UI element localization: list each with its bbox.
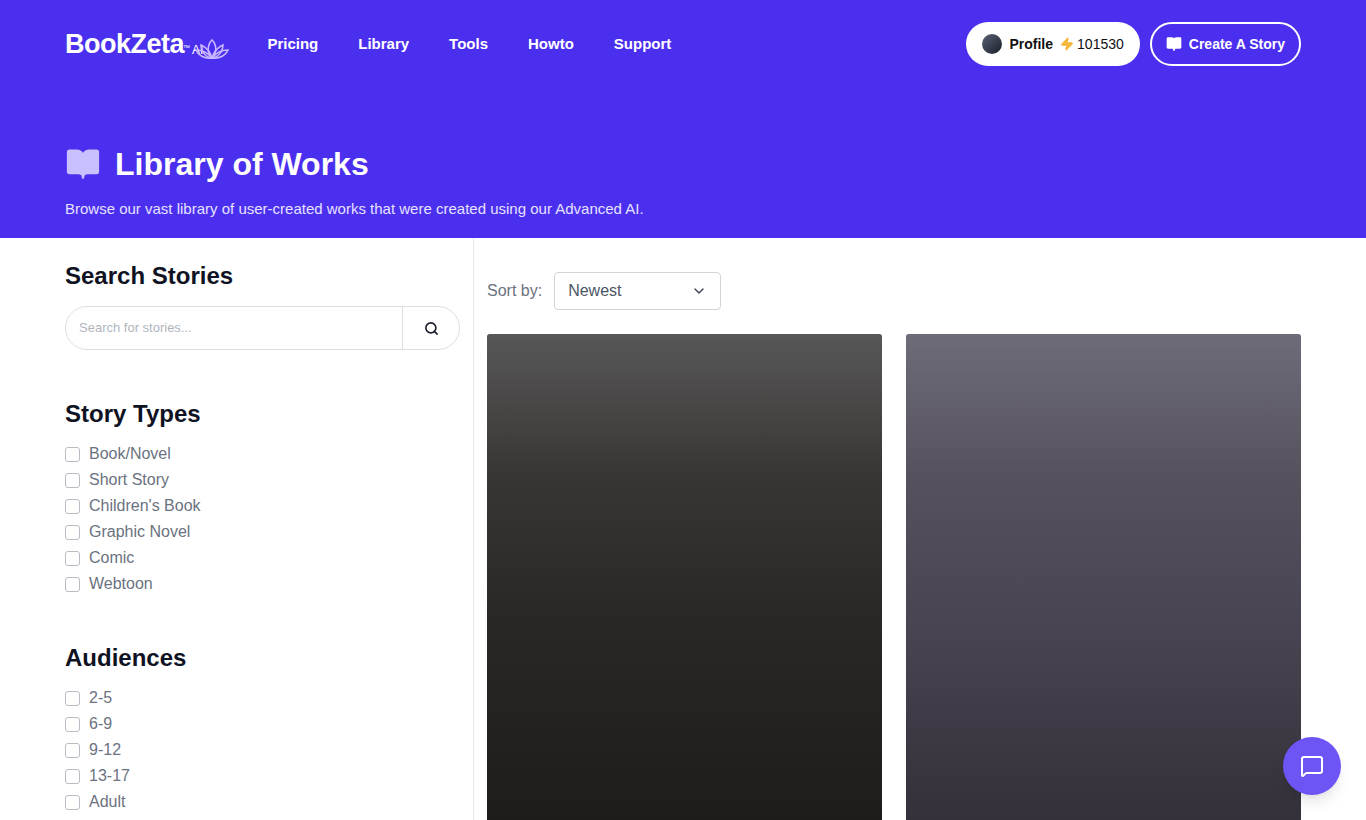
page: BookZeta™AI Pricing Library Tools Howto Suppo… <box>0 0 1366 820</box>
page-title: Library of Works <box>115 146 369 182</box>
filter-label: Webtoon <box>89 572 153 596</box>
chat-button[interactable] <box>1283 737 1341 795</box>
filter-label: Short Story <box>89 468 169 492</box>
logo[interactable]: BookZeta™AI <box>65 31 229 58</box>
story-cover[interactable] <box>906 334 1301 820</box>
checkbox[interactable] <box>65 473 80 488</box>
top-nav: BookZeta™AI Pricing Library Tools Howto Suppo… <box>65 0 1301 88</box>
filter-option[interactable]: 13-17 <box>65 763 460 789</box>
filter-label: 6-9 <box>89 712 112 736</box>
search-box <box>65 306 460 350</box>
header: BookZeta™AI Pricing Library Tools Howto Suppo… <box>0 0 1366 238</box>
filter-option[interactable]: Adult <box>65 789 460 815</box>
search-input[interactable] <box>66 307 402 349</box>
filter-label: Book/Novel <box>89 442 171 466</box>
filter-title: Audiences <box>65 643 460 673</box>
filter-label: 9-12 <box>89 738 121 762</box>
filter-option[interactable]: 9-12 <box>65 737 460 763</box>
hero: Library of Works Browse our vast library … <box>65 146 1301 219</box>
main-nav: Pricing Library Tools Howto Support <box>267 33 671 56</box>
search-title: Search Stories <box>65 261 460 291</box>
nav-link[interactable]: Tools <box>449 33 488 56</box>
filter-option[interactable]: Comic <box>65 545 460 571</box>
results: Sort by: Newest <box>473 238 1301 820</box>
nav-link[interactable]: Support <box>614 33 672 56</box>
filter-option[interactable]: 6-9 <box>65 711 460 737</box>
filter-label: 13-17 <box>89 764 130 788</box>
sort-dropdown[interactable]: Newest <box>554 272 721 310</box>
checkbox[interactable] <box>65 691 80 706</box>
sort-label: Sort by: <box>487 279 542 303</box>
checkbox[interactable] <box>65 717 80 732</box>
checkbox[interactable] <box>65 795 80 810</box>
checkbox[interactable] <box>65 447 80 462</box>
search-button[interactable] <box>402 307 459 349</box>
filter-option[interactable]: Graphic Novel <box>65 519 460 545</box>
checkbox[interactable] <box>65 551 80 566</box>
checkbox[interactable] <box>65 769 80 784</box>
search-icon <box>424 321 439 336</box>
nav-link[interactable]: Pricing <box>267 33 318 56</box>
nav-link[interactable]: Howto <box>528 33 574 56</box>
audiences: Audiences 2-56-99-1213-17Adult <box>65 643 460 815</box>
chevron-down-icon <box>691 283 707 299</box>
profile-button[interactable]: Profile101530 <box>966 22 1139 66</box>
story-grid <box>487 334 1301 820</box>
story-cover[interactable] <box>487 334 882 820</box>
checkbox[interactable] <box>65 525 80 540</box>
filter-option[interactable]: 2-5 <box>65 685 460 711</box>
lotus-icon <box>195 38 229 60</box>
filter-label: Adult <box>89 790 125 814</box>
checkbox[interactable] <box>65 743 80 758</box>
page-subtitle: Browse our vast library of user-created … <box>65 198 1301 219</box>
filter-option[interactable]: Book/Novel <box>65 441 460 467</box>
filter-label: Graphic Novel <box>89 520 190 544</box>
avatar-icon <box>982 34 1002 54</box>
filter-option[interactable]: Webtoon <box>65 571 460 597</box>
checkbox[interactable] <box>65 577 80 592</box>
checkbox[interactable] <box>65 499 80 514</box>
filter-title: Story Types <box>65 399 460 429</box>
main: Search Stories Story Types Book/NovelShort… <box>0 238 1366 820</box>
filter-label: 2-5 <box>89 686 112 710</box>
library-icon <box>65 146 101 182</box>
chat-icon <box>1300 754 1324 778</box>
filter-option[interactable]: Children's Book <box>65 493 460 519</box>
filter-option[interactable]: Short Story <box>65 467 460 493</box>
bolt-icon <box>1060 37 1074 51</box>
book-icon <box>1166 36 1182 52</box>
filter-label: Comic <box>89 546 134 570</box>
filter-label: Children's Book <box>89 494 201 518</box>
create-story-button[interactable]: Create A Story <box>1150 22 1301 66</box>
sidebar: Search Stories Story Types Book/NovelShort… <box>65 238 460 820</box>
sort-bar: Sort by: Newest <box>487 272 1301 310</box>
story-types: Story Types Book/NovelShort StoryChildren… <box>65 399 460 597</box>
nav-link[interactable]: Library <box>358 33 409 56</box>
